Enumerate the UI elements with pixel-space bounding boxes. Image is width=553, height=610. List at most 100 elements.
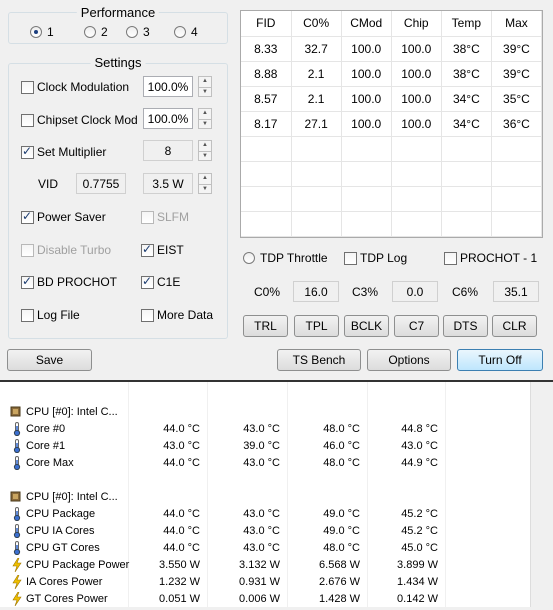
sensor-row[interactable]: CPU Package 44.0 °C 43.0 °C 49.0 °C 45.2 °C xyxy=(0,506,530,523)
sensor-row[interactable]: Core #0 44.0 °C 43.0 °C 48.0 °C 44.8 °C xyxy=(0,421,530,438)
chipset-clock-mod-box[interactable] xyxy=(21,113,34,127)
tpl-button[interactable]: TPL xyxy=(294,315,339,337)
disable-turbo-checkbox[interactable]: Disable Turbo xyxy=(21,243,111,257)
sensor-group-header[interactable]: CPU [#0]: Intel C... xyxy=(0,489,530,506)
profile-radio-button[interactable] xyxy=(174,26,186,38)
sensor-row[interactable]: CPU IA Cores 44.0 °C 43.0 °C 49.0 °C 45.2 °C xyxy=(0,523,530,540)
spin-down-icon[interactable]: ▼ xyxy=(199,183,211,194)
sensor-min-value: 43.0 °C xyxy=(243,508,280,520)
trl-button[interactable]: TRL xyxy=(243,315,288,337)
set-multiplier-value[interactable]: 8 xyxy=(143,140,193,161)
sensor-row[interactable]: GT Cores Power 0.051 W 0.006 W 1.428 W 0.142… xyxy=(0,591,530,608)
profile-radio-button[interactable] xyxy=(126,26,138,38)
table-row xyxy=(241,161,543,187)
table-cell xyxy=(441,161,492,187)
chipset-clock-mod-value[interactable]: 100.0% xyxy=(143,108,193,129)
options-button[interactable]: Options xyxy=(367,349,451,371)
c1e-checkbox[interactable]: C1E xyxy=(141,274,180,289)
table-cell xyxy=(441,136,492,162)
log-file-box[interactable] xyxy=(21,308,34,322)
vertical-scrollbar[interactable] xyxy=(530,382,553,607)
more-data-checkbox[interactable]: More Data xyxy=(141,308,213,322)
eist-checkbox[interactable]: EIST xyxy=(141,242,184,257)
sensor-row[interactable]: Core #1 43.0 °C 39.0 °C 46.0 °C 43.0 °C xyxy=(0,438,530,455)
table-cell: 100.0 xyxy=(391,111,442,137)
table-cell: 8.57 xyxy=(241,86,292,112)
ts-bench-button[interactable]: TS Bench xyxy=(277,349,361,371)
log-file-checkbox[interactable]: Log File xyxy=(21,308,80,322)
profile-radio-button[interactable] xyxy=(84,26,96,38)
profile-radio-1[interactable]: 1 xyxy=(30,25,54,39)
tdp-log-checkbox[interactable]: TDP Log xyxy=(344,251,407,265)
sensor-current-value: 44.0 °C xyxy=(163,508,200,520)
bclk-button[interactable]: BCLK xyxy=(344,315,389,337)
sensor-min-value: 3.132 W xyxy=(239,559,280,571)
clr-button[interactable]: CLR xyxy=(492,315,537,337)
spin-down-icon[interactable]: ▼ xyxy=(199,150,211,161)
settings-group xyxy=(8,63,228,339)
slfm-label: SLFM xyxy=(157,210,190,224)
power-saver-label: Power Saver xyxy=(37,210,106,224)
clock-modulation-value[interactable]: 100.0% xyxy=(143,76,193,97)
table-cell: 38°C xyxy=(441,61,492,87)
table-cell xyxy=(341,186,392,212)
sensor-row[interactable]: Core Max 44.0 °C 43.0 °C 48.0 °C 44.9 °C xyxy=(0,455,530,472)
table-cell xyxy=(491,136,543,162)
clock-modulation-checkbox[interactable]: Clock Modulation xyxy=(21,80,129,94)
profile-radio-4[interactable]: 4 xyxy=(174,25,198,39)
profile-radio-2[interactable]: 2 xyxy=(84,25,108,39)
sensor-min-value: 0.931 W xyxy=(239,576,280,588)
disable-turbo-box[interactable] xyxy=(21,243,34,257)
table-cell xyxy=(241,211,292,237)
slfm-box[interactable] xyxy=(141,210,154,224)
table-cell: 8.88 xyxy=(241,61,292,87)
power-saver-box[interactable] xyxy=(21,209,34,224)
sensor-row[interactable]: IA Cores Power 1.232 W 0.931 W 2.676 W 1.434… xyxy=(0,574,530,591)
tdp-log-box[interactable] xyxy=(344,251,357,265)
sensor-group-header[interactable]: CPU [#0]: Intel C... xyxy=(0,404,530,421)
sensor-name: IA Cores Power xyxy=(26,576,103,588)
spin-up-icon[interactable]: ▲ xyxy=(199,174,211,184)
save-button[interactable]: Save xyxy=(7,349,92,371)
bd-prochot-box[interactable] xyxy=(21,274,34,289)
tdp-throttle-radio-button[interactable] xyxy=(243,252,255,264)
power-saver-checkbox[interactable]: Power Saver xyxy=(21,209,106,224)
eist-box[interactable] xyxy=(141,242,154,257)
spin-down-icon[interactable]: ▼ xyxy=(199,86,211,97)
sensor-group-title: CPU [#0]: Intel C... xyxy=(26,491,118,503)
bd-prochot-checkbox[interactable]: BD PROCHOT xyxy=(21,274,117,289)
profile-label: 1 xyxy=(47,25,54,39)
chipset-clock-mod-spinner[interactable]: ▲ ▼ xyxy=(198,108,212,129)
c1e-box[interactable] xyxy=(141,274,154,289)
thermometer-icon xyxy=(11,456,23,471)
tdp-log-label: TDP Log xyxy=(360,251,408,265)
set-multiplier-checkbox[interactable]: Set Multiplier xyxy=(21,144,106,159)
spin-up-icon[interactable]: ▲ xyxy=(199,77,211,87)
sensor-current-value: 0.051 W xyxy=(159,593,200,605)
chipset-clock-mod-checkbox[interactable]: Chipset Clock Mod xyxy=(21,113,138,127)
sensor-name: CPU IA Cores xyxy=(26,525,95,537)
prochot-checkbox[interactable]: PROCHOT - 1 xyxy=(444,251,537,265)
tdp-throttle-radio[interactable]: TDP Throttle xyxy=(243,251,328,265)
c7-button[interactable]: C7 xyxy=(394,315,439,337)
dts-button[interactable]: DTS xyxy=(443,315,488,337)
spin-down-icon[interactable]: ▼ xyxy=(199,118,211,129)
set-multiplier-box[interactable] xyxy=(21,144,34,159)
spin-up-icon[interactable]: ▲ xyxy=(199,141,211,151)
thermometer-icon xyxy=(11,507,23,522)
spin-up-icon[interactable]: ▲ xyxy=(199,109,211,119)
set-multiplier-spinner[interactable]: ▲ ▼ xyxy=(198,140,212,161)
more-data-box[interactable] xyxy=(141,308,154,322)
prochot-box[interactable] xyxy=(444,251,457,265)
vid-power-spinner[interactable]: ▲ ▼ xyxy=(198,173,212,194)
clock-modulation-spinner[interactable]: ▲ ▼ xyxy=(198,76,212,97)
sensor-avg-value: 1.434 W xyxy=(397,576,438,588)
sensor-current-value: 3.550 W xyxy=(159,559,200,571)
profile-radio-3[interactable]: 3 xyxy=(126,25,150,39)
turn-off-button[interactable]: Turn Off xyxy=(457,349,543,371)
slfm-checkbox[interactable]: SLFM xyxy=(141,210,189,224)
sensor-row[interactable]: CPU GT Cores 44.0 °C 43.0 °C 48.0 °C 45.0 °C xyxy=(0,540,530,557)
profile-radio-button[interactable] xyxy=(30,26,42,38)
sensor-row[interactable]: CPU Package Power 3.550 W 3.132 W 6.568 W 3.… xyxy=(0,557,530,574)
clock-modulation-box[interactable] xyxy=(21,80,34,94)
